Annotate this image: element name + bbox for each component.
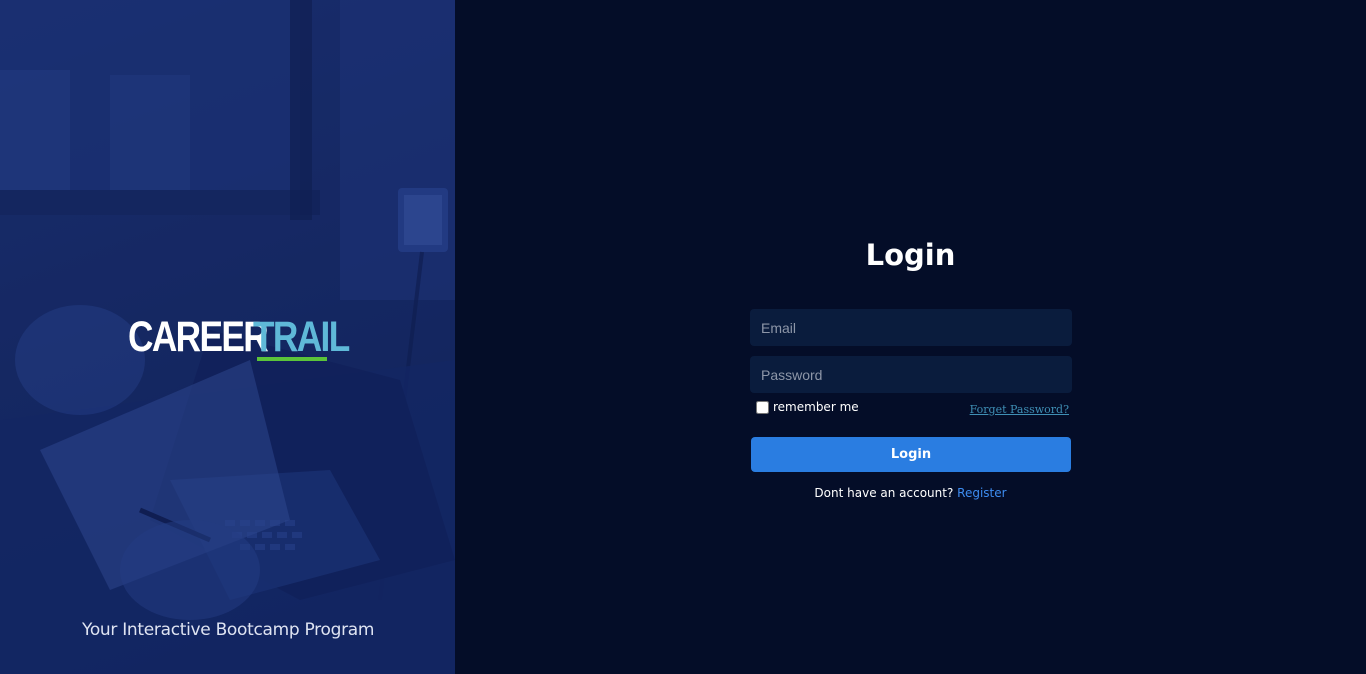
logo-word-career: CAREER [128,313,269,361]
login-panel: Login remember me Forget Password? Login… [455,0,1366,674]
remember-me-label: remember me [773,400,859,414]
logo-underline [257,357,327,361]
logo-word-trail: TRAIL [253,313,350,361]
register-prompt: Dont have an account? Register [455,486,1366,500]
tagline: Your Interactive Bootcamp Program [82,620,375,640]
remember-me[interactable]: remember me [756,400,859,414]
hero-panel: CAREER TRAIL Your Interactive Bootcamp P… [0,0,455,674]
login-button[interactable]: Login [751,437,1071,472]
forgot-password-link[interactable]: Forget Password? [970,403,1069,416]
register-prompt-text: Dont have an account? [814,486,954,500]
login-title: Login [865,238,956,272]
password-input[interactable] [750,356,1072,393]
email-input[interactable] [750,309,1072,346]
career-trail-logo: CAREER TRAIL [128,312,350,372]
remember-me-checkbox[interactable] [756,400,769,414]
login-page: CAREER TRAIL Your Interactive Bootcamp P… [0,0,1366,674]
register-link[interactable]: Register [957,486,1006,500]
